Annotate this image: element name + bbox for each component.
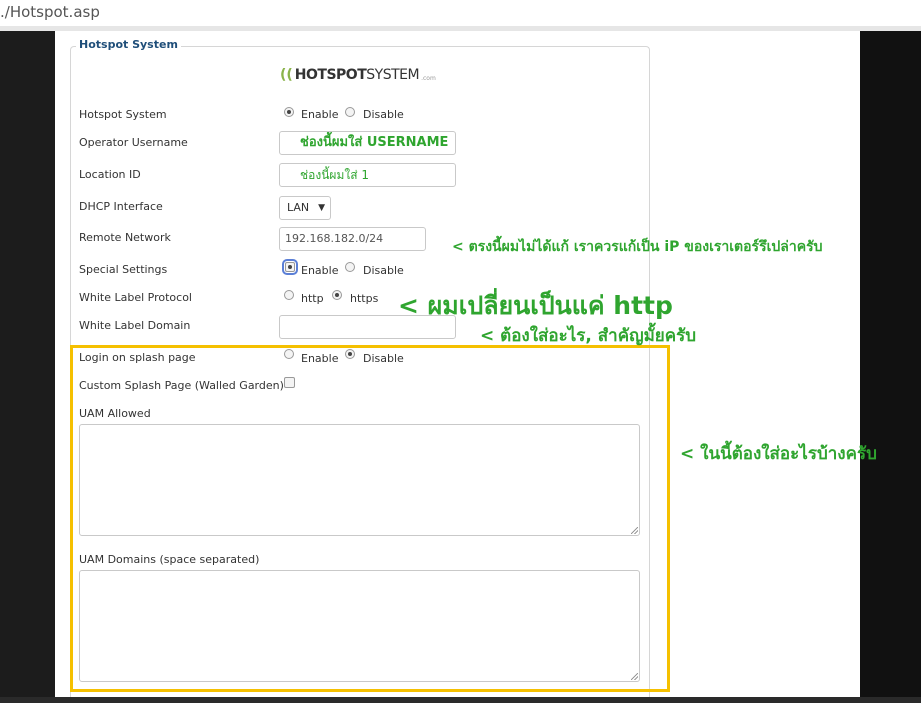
special-disable-label: Disable — [363, 264, 404, 277]
wifi-icon: (( — [280, 67, 293, 83]
login-splash-label: Login on splash page — [79, 351, 196, 364]
address-bar[interactable]: ./Hotspot.asp — [0, 0, 921, 27]
logo-text-hotspot: HOTSPOT — [294, 67, 367, 83]
hotspot-system-label: Hotspot System — [79, 108, 167, 121]
resize-handle-icon[interactable] — [631, 673, 638, 680]
operator-username-value: ช่องนี้ผมใส่ USERNAME — [300, 135, 449, 150]
operator-username-label: Operator Username — [79, 136, 188, 149]
remote-network-label: Remote Network — [79, 231, 171, 244]
hotspot-enable-radio[interactable] — [284, 107, 294, 117]
remote-network-annotation: < ตรงนี้ผมไม่ได้แก้ เราควรแก้เป็น iP ของ… — [452, 239, 823, 255]
logo-text-system: SYSTEM — [366, 67, 420, 83]
location-id-input[interactable]: ช่องนี้ผมใส่ 1 — [279, 163, 456, 187]
login-splash-enable-label: Enable — [301, 352, 339, 365]
remote-network-value: 192.168.182.0/24 — [285, 232, 384, 245]
uam-domains-label: UAM Domains (space separated) — [79, 553, 260, 566]
dhcp-interface-value: LAN — [287, 201, 310, 214]
hotspot-disable-radio[interactable] — [345, 107, 355, 117]
uam-allowed-label: UAM Allowed — [79, 407, 151, 420]
bottom-strip — [0, 697, 921, 703]
login-splash-disable-label: Disable — [363, 352, 404, 365]
protocol-https-radio[interactable] — [332, 290, 342, 300]
fieldset-legend: Hotspot System — [76, 38, 181, 51]
protocol-annotation: < ผมเปลี่ยนเป็นแค่ http — [398, 291, 673, 320]
login-splash-disable-radio[interactable] — [345, 349, 355, 359]
hotspot-disable-label: Disable — [363, 108, 404, 121]
login-splash-enable-radio[interactable] — [284, 349, 294, 359]
custom-splash-label: Custom Splash Page (Walled Garden) — [79, 379, 284, 392]
location-id-label: Location ID — [79, 168, 141, 181]
dhcp-interface-label: DHCP Interface — [79, 200, 163, 213]
dark-background — [860, 31, 921, 703]
remote-network-input[interactable]: 192.168.182.0/24 — [279, 227, 426, 251]
white-label-domain-label: White Label Domain — [79, 319, 191, 332]
special-enable-label: Enable — [301, 264, 339, 277]
protocol-http-radio[interactable] — [284, 290, 294, 300]
domain-annotation: < ต้องใส่อะไร, สำคัญมั้ยครับ — [480, 326, 697, 346]
special-disable-radio[interactable] — [345, 262, 355, 272]
hotspotsystem-logo: (( HOTSPOT SYSTEM .com — [280, 62, 436, 88]
protocol-http-label: http — [301, 292, 324, 305]
resize-handle-icon[interactable] — [631, 527, 638, 534]
location-id-value: ช่องนี้ผมใส่ 1 — [300, 168, 369, 182]
operator-username-input[interactable]: ช่องนี้ผมใส่ USERNAME — [279, 131, 456, 155]
white-label-protocol-label: White Label Protocol — [79, 291, 192, 304]
protocol-https-label: https — [350, 292, 379, 305]
dhcp-interface-select[interactable]: LAN ▼ — [279, 196, 331, 220]
uam-allowed-textarea[interactable] — [79, 424, 640, 536]
special-enable-radio[interactable] — [282, 259, 298, 275]
custom-splash-checkbox[interactable] — [284, 377, 295, 388]
chevron-down-icon: ▼ — [318, 203, 325, 213]
url-text: ./Hotspot.asp — [0, 3, 100, 21]
hotspot-enable-label: Enable — [301, 108, 339, 121]
logo-text-com: .com — [421, 74, 436, 82]
uam-domains-textarea[interactable] — [79, 570, 640, 682]
uam-annotation: < ในนี้ต้องใส่อะไรบ้างครับ — [680, 444, 877, 464]
special-settings-label: Special Settings — [79, 263, 168, 276]
